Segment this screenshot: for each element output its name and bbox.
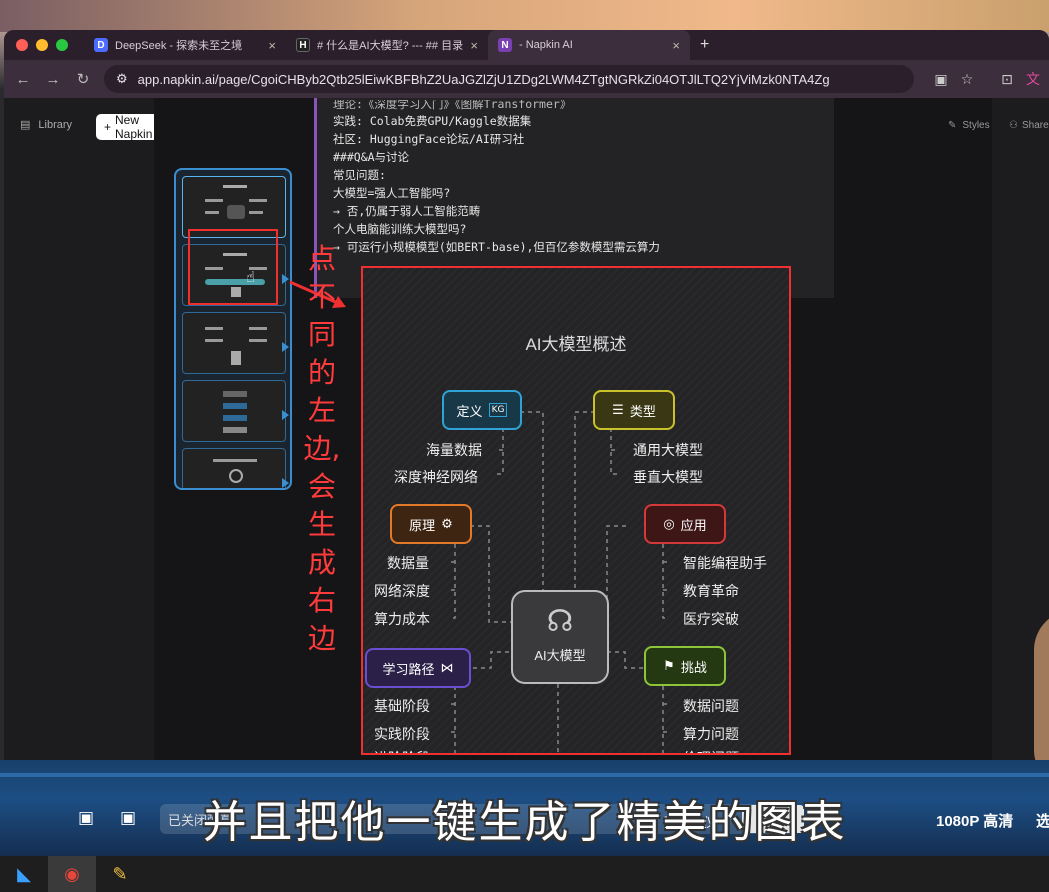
doc-line: 社区: HuggingFace论坛/AI研习社 bbox=[333, 132, 525, 146]
minimize-window-button[interactable] bbox=[36, 39, 48, 51]
doc-line: 个人电脑能训练大模型吗? bbox=[333, 222, 467, 236]
paint-app-icon[interactable]: ✎ bbox=[96, 856, 144, 892]
share-label: Share bbox=[1021, 120, 1049, 131]
annotation-char: 同 bbox=[307, 318, 336, 351]
visual-option-5[interactable] bbox=[182, 448, 286, 488]
expand-arrow-icon[interactable] bbox=[282, 342, 289, 352]
annotation-char: 左 bbox=[307, 394, 336, 427]
tab-ai-model-doc[interactable]: H # 什么是AI大模型? --- ## 目录 × bbox=[286, 30, 488, 60]
doc-line: 理论:《深度学习入门》《图解Transformer》 bbox=[333, 100, 572, 111]
tab-close-icon[interactable]: × bbox=[268, 38, 276, 53]
tab-napkin[interactable]: N - Napkin AI × bbox=[488, 30, 690, 60]
address-bar[interactable]: ⚙ app.napkin.ai/page/CgoiCHByb2Qtb25lEiw… bbox=[104, 65, 914, 93]
app-icon-feishu[interactable]: ◣ bbox=[0, 856, 48, 892]
reload-icon[interactable]: ↻ bbox=[68, 70, 98, 88]
visual-option-4[interactable] bbox=[182, 380, 286, 442]
close-window-button[interactable] bbox=[16, 39, 28, 51]
browser-toolbar: ← → ↻ ⚙ app.napkin.ai/page/CgoiCHByb2Qtb… bbox=[4, 60, 1049, 98]
video-subtitle: 并且把他一键生成了精美的图表 bbox=[202, 797, 847, 848]
translate-extension-icon[interactable]: 文 bbox=[1020, 69, 1046, 89]
annotation-char: 点 bbox=[307, 242, 336, 275]
doc-line: ###Q&A与讨论 bbox=[333, 150, 410, 164]
desktop-wallpaper bbox=[0, 0, 1049, 32]
tab-close-icon[interactable]: × bbox=[672, 38, 680, 53]
annotation-char: 的 bbox=[307, 356, 336, 389]
expand-arrow-icon[interactable] bbox=[282, 478, 289, 488]
annotation-char: 边 bbox=[307, 622, 336, 655]
library-icon: ▤ bbox=[20, 119, 31, 131]
visual-suggestions-panel bbox=[174, 168, 292, 490]
annotation-char: 生 bbox=[307, 508, 336, 541]
tab-title: # 什么是AI大模型? --- ## 目录 bbox=[317, 40, 464, 52]
tab-close-icon[interactable]: × bbox=[470, 38, 478, 53]
highlight-box-diagram bbox=[361, 266, 791, 755]
highlight-box-thumbnail bbox=[188, 229, 278, 305]
bookmark-star-icon[interactable]: ☆ bbox=[954, 71, 980, 88]
left-panel: ▤ Library + New Napkin bbox=[4, 98, 161, 760]
doc-line: 大模型=强人工智能吗? bbox=[333, 186, 451, 200]
expand-arrow-icon[interactable] bbox=[282, 410, 289, 420]
annotation-char: 边, bbox=[303, 432, 341, 465]
tab-title: - Napkin AI bbox=[519, 39, 573, 51]
doc-favicon-icon: H bbox=[296, 38, 310, 52]
doc-line: → 可运行小规模模型(如BERT-base),但百亿参数模型需云算力 bbox=[333, 240, 660, 254]
doc-line: 常见问题: bbox=[333, 168, 386, 182]
site-settings-icon[interactable]: ⚙ bbox=[116, 71, 128, 87]
annotation-text: 点 不 同 的 左 边, 会 生 成 右 边 bbox=[302, 240, 342, 658]
tab-deepseek[interactable]: D DeepSeek - 探索未至之境 × bbox=[84, 30, 286, 60]
share-button[interactable]: ⚇ Share bbox=[1009, 120, 1049, 131]
visual-option-3[interactable] bbox=[182, 312, 286, 374]
annotation-char: 会 bbox=[307, 470, 336, 503]
tab-bar: D DeepSeek - 探索未至之境 × H # 什么是AI大模型? --- … bbox=[4, 30, 1049, 60]
annotation-char: 右 bbox=[307, 584, 336, 617]
new-tab-button[interactable]: + bbox=[700, 36, 709, 54]
annotation-char: 成 bbox=[307, 546, 336, 579]
doc-line: 实践: Colab免费GPU/Kaggle数据集 bbox=[333, 114, 532, 128]
plus-icon: + bbox=[104, 120, 112, 134]
url-text: app.napkin.ai/page/CgoiCHByb2Qtb25lEiwKB… bbox=[137, 71, 830, 87]
napkin-favicon-icon: N bbox=[498, 38, 512, 52]
new-napkin-button[interactable]: + New Napkin bbox=[96, 113, 161, 141]
os-taskbar: ◣ ◉ ✎ bbox=[0, 856, 1049, 892]
deepseek-favicon-icon: D bbox=[94, 38, 108, 52]
new-napkin-label: New Napkin bbox=[115, 113, 153, 141]
maximize-window-button[interactable] bbox=[56, 39, 68, 51]
library-label: Library bbox=[38, 118, 73, 131]
forward-icon[interactable]: → bbox=[38, 71, 68, 88]
window-controls bbox=[16, 39, 68, 51]
styles-button[interactable]: ✎ Styles bbox=[948, 120, 990, 131]
add-user-icon: ⚇ bbox=[1009, 120, 1018, 131]
annotation-char: 不 bbox=[307, 280, 336, 313]
styles-label: Styles bbox=[962, 120, 990, 131]
chrome-icon[interactable]: ◉ bbox=[48, 856, 96, 892]
video-progress-bar[interactable] bbox=[0, 773, 1049, 777]
screenshot-icon[interactable]: ⊡ bbox=[994, 71, 1020, 88]
tab-title: DeepSeek - 探索未至之境 bbox=[115, 40, 243, 52]
brush-icon: ✎ bbox=[948, 120, 957, 131]
library-button[interactable]: ▤ Library bbox=[20, 118, 73, 132]
cast-icon[interactable]: ▣ bbox=[928, 71, 954, 88]
back-icon[interactable]: ← bbox=[8, 71, 38, 88]
doc-line: → 否,仍属于弱人工智能范畴 bbox=[333, 204, 481, 218]
